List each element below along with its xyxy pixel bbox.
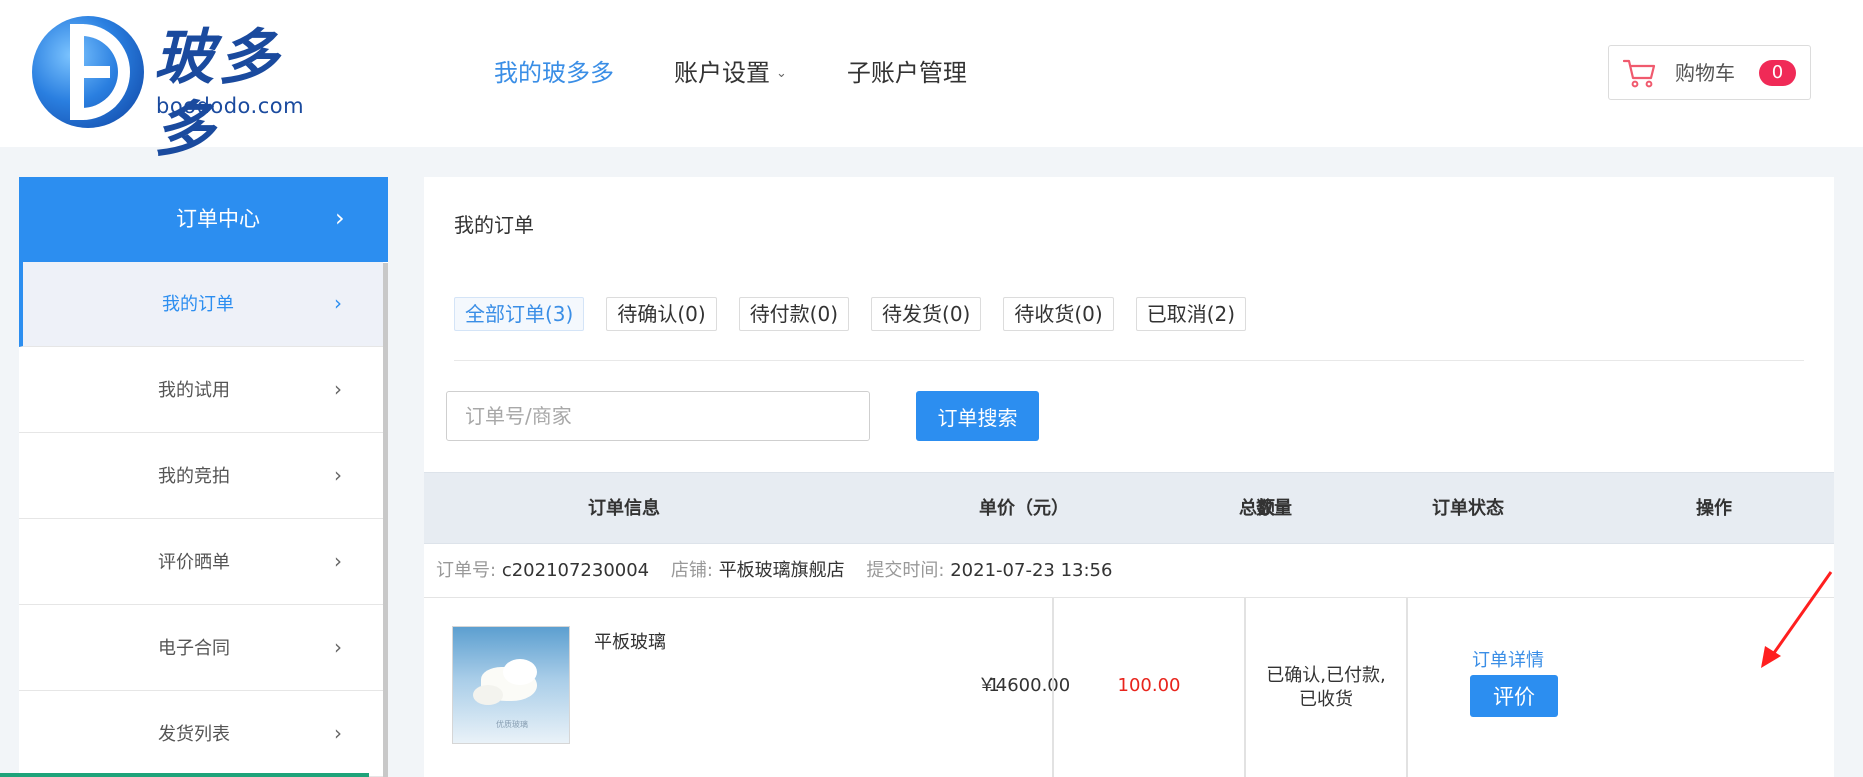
sidebar-item-label: 我的订单 — [162, 294, 234, 315]
site-logo[interactable]: 玻多多 boododo.com — [32, 16, 305, 165]
nav-label: 子账户管理 — [846, 59, 967, 87]
thumbnail-caption: 优质玻璃 — [496, 720, 528, 729]
sidebar-item-shipping-list[interactable]: 发货列表 › — [19, 692, 383, 777]
nav-label: 我的玻多多 — [494, 59, 614, 87]
top-header: 玻多多 boododo.com 我的玻多多 账户设置 ⌄ 子账户管理 购物车 0 — [0, 0, 1863, 165]
orders-panel: 我的订单 全部订单(3) 待确认(0) 待付款(0) 待发货(0) 待收货(0)… — [424, 177, 1834, 777]
annotation-arrow-icon — [1761, 571, 1833, 668]
column-header-order-info: 订单信息 — [588, 498, 660, 519]
product-thumbnail[interactable]: 优质玻璃 — [452, 626, 570, 744]
submit-time-label: 提交时间: — [866, 560, 945, 581]
chevron-down-icon: ⌄ — [776, 66, 787, 81]
sidebar-item-label: 评价晒单 — [158, 552, 230, 573]
sidebar-header-label: 订单中心 — [176, 207, 260, 231]
sidebar-item-label: 我的试用 — [158, 380, 230, 401]
column-header-unit-price: 单价（元） — [979, 498, 1069, 519]
chevron-right-icon: › — [335, 204, 345, 232]
shop-label: 店铺: — [670, 560, 713, 581]
sidebar-item-my-auctions[interactable]: 我的竞拍 › — [19, 434, 383, 519]
top-nav: 我的玻多多 账户设置 ⌄ 子账户管理 — [494, 54, 1027, 92]
sidebar-header-order-center[interactable]: 订单中心 › — [19, 177, 388, 262]
cart-count-badge: 0 — [1759, 60, 1796, 86]
chevron-right-icon: › — [334, 635, 342, 659]
tab-all-orders[interactable]: 全部订单(3) — [454, 297, 585, 331]
nav-sub-account[interactable]: 子账户管理 — [847, 54, 967, 92]
sidebar-item-reviews[interactable]: 评价晒单 › — [19, 520, 383, 605]
order-meta-row: 订单号: c202107230004 店铺: 平板玻璃旗舰店 提交时间: 202… — [424, 544, 1834, 598]
logo-domain-text: boododo.com — [156, 94, 305, 118]
order-status-tabs: 全部订单(3) 待确认(0) 待付款(0) 待发货(0) 待收货(0) 已取消(… — [454, 297, 1268, 331]
quantity: 1 — [988, 675, 1000, 696]
sidebar-item-label: 电子合同 — [158, 638, 230, 659]
tab-pending-confirm[interactable]: 待确认(0) — [606, 297, 717, 331]
cart-button[interactable]: 购物车 0 — [1608, 45, 1811, 100]
sidebar-bottom-accent — [0, 773, 369, 777]
submit-time-value: 2021-07-23 13:56 — [950, 560, 1113, 581]
cart-icon — [1623, 59, 1656, 88]
column-header-actions: 操作 — [1696, 498, 1732, 519]
column-divider — [1406, 598, 1408, 777]
review-button[interactable]: 评价 — [1470, 675, 1558, 717]
order-status: 已确认,已付款,已收货 — [1266, 664, 1386, 710]
chevron-right-icon: › — [334, 377, 342, 401]
nav-label: 账户设置 — [674, 59, 770, 87]
order-no-value: c202107230004 — [501, 560, 650, 581]
cart-label: 购物车 — [1675, 61, 1735, 85]
table-row: 优质玻璃 平板玻璃 ￥4600.00 1 100.00 已确认,已付款,已收货 … — [424, 598, 1834, 777]
column-header-order-status: 订单状态 — [1432, 498, 1504, 519]
chevron-right-icon: › — [334, 463, 342, 487]
sidebar-item-my-orders[interactable]: 我的订单 › — [19, 262, 383, 347]
tabs-divider — [454, 360, 1804, 361]
order-search-button[interactable]: 订单搜索 — [916, 391, 1039, 441]
total-amount: 100.00 — [1117, 675, 1181, 696]
page-title: 我的订单 — [454, 213, 534, 237]
sidebar-item-my-trials[interactable]: 我的试用 › — [19, 348, 383, 433]
tab-pending-receipt[interactable]: 待收货(0) — [1003, 297, 1114, 331]
tab-cancelled[interactable]: 已取消(2) — [1135, 297, 1247, 331]
chevron-right-icon: › — [334, 291, 342, 315]
sidebar: 订单中心 › 我的订单 › 我的试用 › 我的竞拍 › 评价晒单 › 电子合同 … — [19, 177, 388, 777]
order-search-input[interactable] — [446, 391, 870, 441]
sidebar-item-label: 我的竞拍 — [158, 466, 230, 487]
order-detail-link[interactable]: 订单详情 — [1388, 646, 1628, 672]
orders-table-header: 订单信息 单价（元） 数量 总额 订单状态 操作 — [424, 472, 1834, 544]
nav-account-settings[interactable]: 账户设置 ⌄ — [674, 54, 787, 92]
tab-pending-payment[interactable]: 待付款(0) — [738, 297, 850, 331]
sidebar-scrollbar[interactable] — [383, 263, 388, 777]
order-no-label: 订单号: — [436, 560, 497, 581]
chevron-right-icon: › — [334, 549, 342, 573]
product-name[interactable]: 平板玻璃 — [594, 628, 666, 654]
sidebar-item-e-contracts[interactable]: 电子合同 › — [19, 606, 383, 691]
chevron-right-icon: › — [334, 721, 342, 745]
logo-b-icon — [32, 16, 144, 128]
nav-my-boododo[interactable]: 我的玻多多 — [494, 54, 614, 92]
sidebar-item-label: 发货列表 — [158, 724, 230, 745]
shop-value[interactable]: 平板玻璃旗舰店 — [719, 560, 845, 581]
column-header-total: 总额 — [1239, 498, 1275, 519]
tab-pending-shipment[interactable]: 待发货(0) — [871, 297, 982, 331]
